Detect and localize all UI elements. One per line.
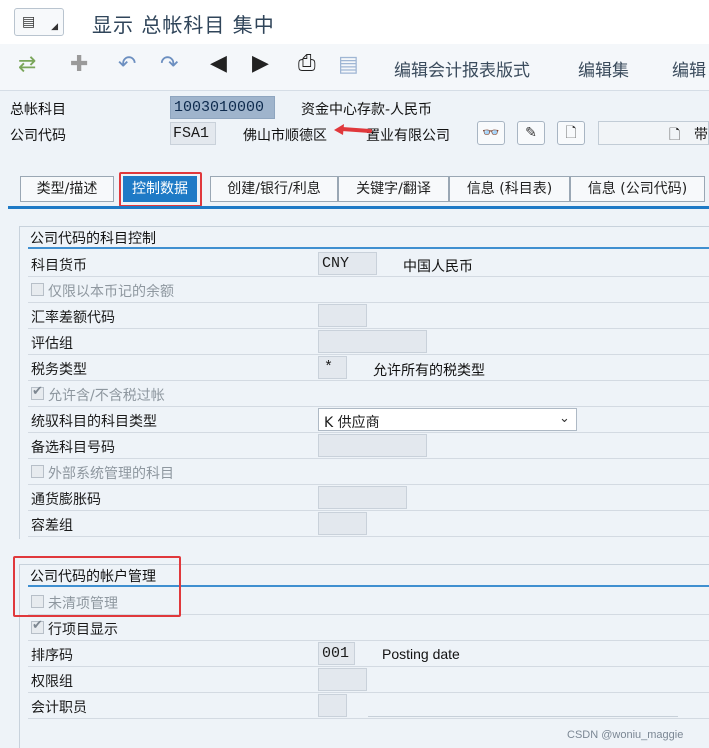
pencil-icon: ✎ (525, 125, 537, 141)
recon-account-label: 统驭科目的科目类型 (31, 414, 157, 430)
tolerance-group-field[interactable] (318, 512, 367, 535)
local-currency-only-checkbox[interactable] (31, 283, 44, 296)
local-currency-row: 仅限以本币记的余额 (28, 278, 709, 303)
document-icon: 🗋 (565, 125, 577, 141)
valuation-group-label: 评估组 (31, 336, 73, 352)
external-mgmt-label: 外部系统管理的科目 (48, 466, 174, 482)
edit-report-format-button[interactable]: 编辑会计报表版式 (394, 56, 530, 81)
accounting-clerk-desc-line (368, 716, 678, 717)
tab-type-description[interactable]: 类型/描述 (20, 176, 114, 202)
sort-key-field[interactable]: 001 (318, 642, 355, 665)
currency-label: 科目货币 (31, 258, 87, 274)
tab-info-chart-of-accounts[interactable]: 信息 (科目表) (449, 176, 570, 202)
account-control-title-line (28, 247, 709, 249)
tax-category-field[interactable]: * (318, 356, 347, 379)
authorization-group-label: 权限组 (31, 674, 73, 690)
edit-set-button[interactable]: 编辑集 (578, 56, 629, 81)
template-field[interactable]: 🗋 带 (598, 121, 709, 145)
exchange-diff-row: 汇率差额代码 (28, 304, 709, 329)
company-code-field[interactable]: FSA1 (170, 122, 216, 145)
tolerance-group-row: 容差组 (28, 512, 709, 537)
application-toolbar: ⇄ ✚ ↶ ↷ ◀ ▶ ⎙ ▤ 编辑会计报表版式 编辑集 编辑 (0, 44, 709, 91)
posting-without-tax-label: 允许含/不含税过帐 (48, 388, 165, 404)
recon-account-value: K 供应商 (324, 415, 380, 431)
create-icon[interactable]: ✚ (70, 52, 88, 77)
sort-key-row: 排序码 (28, 642, 709, 667)
line-item-display-label: 行项目显示 (48, 622, 118, 638)
company-code-label: 公司代码 (10, 128, 66, 144)
account-control-title: 公司代码的科目控制 (30, 231, 156, 247)
posting-without-tax-row: 允许含/不含税过帐 (28, 382, 709, 407)
line-item-display-checkbox[interactable] (31, 618, 44, 634)
tab-info-company-code[interactable]: 信息 (公司代码) (570, 176, 705, 202)
local-currency-only-label: 仅限以本币记的余额 (48, 284, 174, 300)
line-item-display-row: 行项目显示 (28, 616, 709, 641)
next-icon[interactable]: ▶ (252, 51, 269, 76)
redo-icon[interactable]: ↷ (160, 52, 178, 77)
template-field-text: 带 (694, 127, 708, 143)
currency-description: 中国人民币 (403, 259, 473, 275)
external-mgmt-checkbox[interactable] (31, 465, 44, 478)
posting-without-tax-checkbox[interactable] (31, 384, 44, 400)
exchange-diff-field[interactable] (318, 304, 367, 327)
system-menu-button[interactable]: ▤ ◢ (14, 8, 64, 36)
tax-category-row: 税务类型 (28, 356, 709, 381)
external-mgmt-row: 外部系统管理的科目 (28, 460, 709, 485)
account-management-highlight-box (13, 556, 181, 617)
display-icon-button[interactable]: 👓 (477, 121, 505, 145)
gl-account-field[interactable]: 1003010000 (170, 96, 275, 119)
tab-strip: 类型/描述 控制数据 创建/银行/利息 关键字/翻译 信息 (科目表) 信息 (… (0, 176, 709, 206)
document-add-icon[interactable]: ▤ (338, 52, 359, 77)
csdn-credit: CSDN @woniu_maggie (567, 729, 684, 741)
tab-create-bank-interest[interactable]: 创建/银行/利息 (210, 176, 338, 202)
authorization-group-row: 权限组 (28, 668, 709, 693)
tab-highlight-box (119, 172, 202, 207)
glasses-icon: 👓 (482, 125, 500, 141)
menu-icon: ▤ (22, 14, 36, 30)
gl-account-description: 资金中心存款-人民币 (301, 102, 433, 118)
window-title: 显示 总帐科目 集中 (92, 13, 275, 37)
authorization-group-field[interactable] (318, 668, 367, 691)
currency-field[interactable]: CNY (318, 252, 377, 275)
annotation-arrow (334, 124, 372, 135)
sort-key-description: Posting date (382, 646, 460, 662)
exchange-diff-label: 汇率差额代码 (31, 310, 115, 326)
alt-account-field[interactable] (318, 434, 427, 457)
title-bar: ▤ ◢ 显示 总帐科目 集中 (0, 0, 709, 45)
tab-underline (8, 206, 709, 209)
switch-display-change-icon[interactable]: ⇄ (18, 52, 36, 77)
edit-more-button[interactable]: 编辑 (672, 56, 706, 81)
print-icon[interactable]: ⎙ (298, 51, 316, 76)
new-document-button[interactable]: 🗋 (557, 121, 585, 145)
alt-account-label: 备选科目号码 (31, 440, 115, 456)
tax-category-label: 税务类型 (31, 362, 87, 378)
edit-pencil-button[interactable]: ✎ (517, 121, 545, 145)
dropdown-arrow-icon: ◢ (51, 22, 58, 32)
gl-account-label: 总帐科目 (10, 102, 66, 118)
recon-account-dropdown[interactable]: K 供应商 ⌄ (318, 408, 577, 431)
company-name-tail: 置业有限公司 (366, 128, 450, 144)
tax-category-description: 允许所有的税类型 (373, 363, 485, 379)
tolerance-group-label: 容差组 (31, 518, 73, 534)
inflation-key-field[interactable] (318, 486, 407, 509)
sort-key-label: 排序码 (31, 648, 73, 664)
tab-keyword-translation[interactable]: 关键字/翻译 (338, 176, 449, 202)
undo-icon[interactable]: ↶ (118, 52, 136, 77)
accounting-clerk-label: 会计职员 (31, 700, 87, 716)
document-small-icon: 🗋 (669, 127, 681, 143)
company-name: 佛山市顺德区 (243, 128, 327, 144)
inflation-key-label: 通货膨胀码 (31, 492, 101, 508)
previous-icon[interactable]: ◀ (210, 51, 227, 76)
chevron-down-icon: ⌄ (559, 411, 570, 426)
valuation-group-field[interactable] (318, 330, 427, 353)
accounting-clerk-field[interactable] (318, 694, 347, 717)
